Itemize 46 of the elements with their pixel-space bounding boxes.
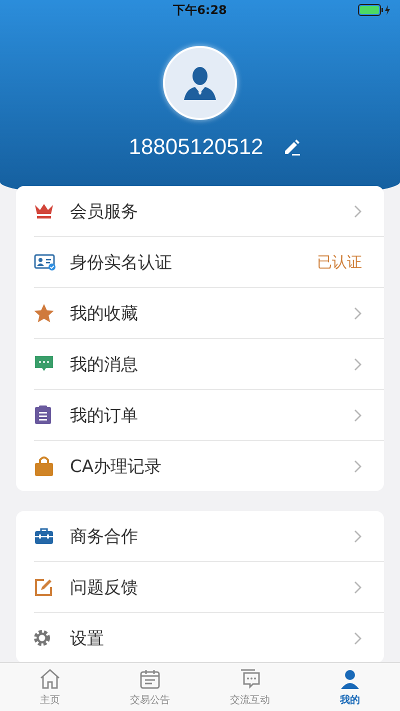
tab[interactable]: 我的: [300, 663, 400, 711]
menu-label: 我的订单: [70, 404, 139, 426]
edit-icon: [34, 578, 53, 596]
menu-item[interactable]: 会员服务: [34, 186, 384, 237]
avatar[interactable]: [163, 46, 237, 120]
menu-item[interactable]: 我的收藏: [34, 288, 384, 339]
menu-label: 身份实名认证: [70, 252, 173, 274]
menu-label: 问题反馈: [70, 576, 139, 598]
chevron-icon: [354, 632, 362, 644]
id-card-icon: [34, 254, 56, 270]
menu-label: CA办理记录: [70, 456, 162, 478]
chat-icon: [239, 668, 261, 690]
battery-icon: [358, 4, 392, 16]
home-icon: [39, 668, 61, 690]
menu-item[interactable]: 身份实名认证 已认证: [34, 237, 384, 288]
menu-item[interactable]: 我的消息: [34, 339, 384, 390]
chevron-icon: [354, 204, 362, 218]
chevron-icon: [354, 408, 362, 422]
chevron-icon: [354, 580, 362, 594]
chevron-icon: [354, 460, 362, 472]
menu-label: 会员服务: [70, 200, 139, 222]
menu-item[interactable]: 我的订单: [34, 390, 384, 441]
verified-status: 已认证: [317, 252, 362, 272]
menu-label: 商务合作: [70, 526, 139, 548]
person-icon: [339, 668, 361, 690]
chevron-icon: [354, 306, 362, 320]
chevron-icon: [354, 530, 362, 542]
chevron-icon: [354, 358, 362, 370]
clipboard-icon: [34, 405, 52, 425]
calendar-icon: [139, 668, 161, 690]
settings-icon: [34, 630, 50, 646]
bag-icon: [34, 456, 54, 476]
star-icon: [34, 304, 54, 322]
crown-icon: [34, 203, 54, 219]
phone-number: 18805120512: [128, 134, 264, 160]
menu-label: 我的收藏: [70, 302, 139, 324]
menu-label: 设置: [70, 628, 105, 650]
menu-label: 我的消息: [70, 354, 139, 376]
edit-icon[interactable]: [283, 138, 302, 156]
menu-item[interactable]: 设置: [34, 613, 384, 663]
message-icon: [34, 355, 54, 373]
menu-item[interactable]: 商务合作: [34, 511, 384, 562]
menu-item[interactable]: CA办理记录: [34, 441, 384, 491]
menu-item[interactable]: 问题反馈: [34, 562, 384, 613]
status-time: 下午6:28: [173, 2, 227, 18]
briefcase-icon: [34, 528, 54, 544]
